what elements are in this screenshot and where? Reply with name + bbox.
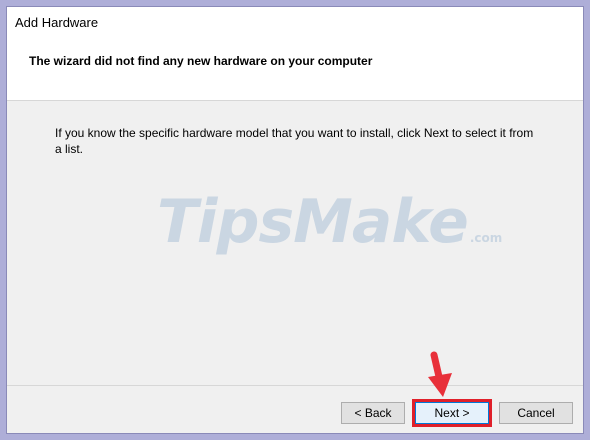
watermark-brand: TipsMake [157, 187, 469, 257]
cancel-button[interactable]: Cancel [499, 402, 573, 424]
wizard-header: The wizard did not find any new hardware… [7, 43, 583, 101]
add-hardware-dialog: Add Hardware The wizard did not find any… [6, 6, 584, 434]
wizard-heading: The wizard did not find any new hardware… [29, 54, 373, 68]
back-button[interactable]: < Back [341, 402, 405, 424]
next-button-highlight [412, 399, 492, 427]
watermark-suffix: .com [469, 231, 503, 245]
footer-divider [7, 385, 583, 386]
watermark-logo: TipsMake .com [157, 187, 502, 257]
instruction-text: If you know the specific hardware model … [55, 126, 534, 156]
red-pointer-arrow-icon [428, 351, 452, 397]
title-bar: Add Hardware [7, 7, 583, 43]
window-title: Add Hardware [15, 15, 99, 30]
